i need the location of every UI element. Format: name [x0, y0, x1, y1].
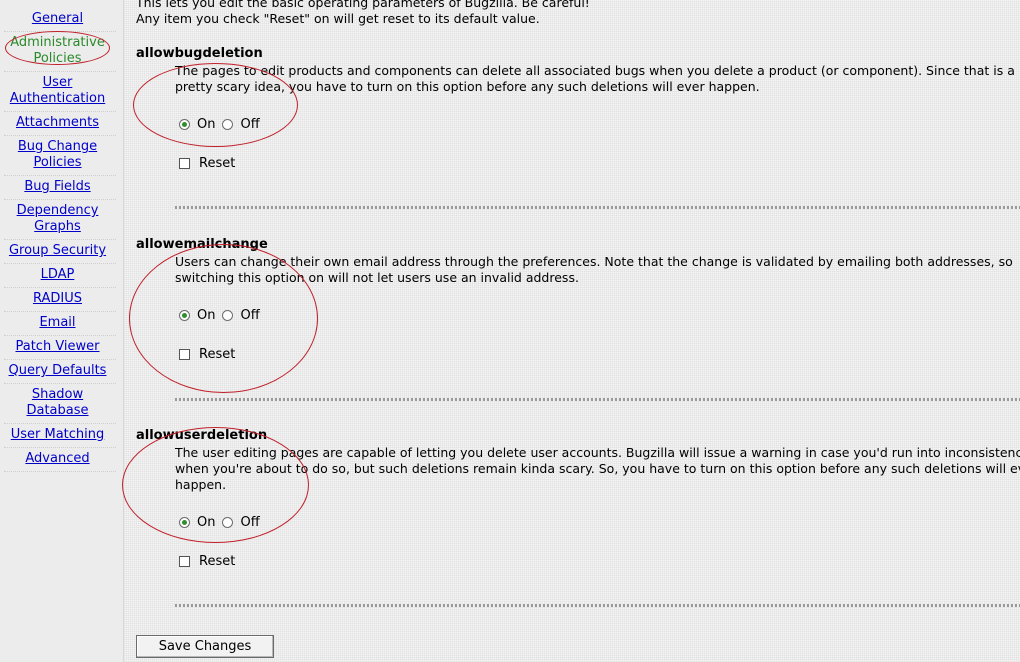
reset-checkbox[interactable] — [179, 556, 190, 567]
sidebar-item-user-authentication[interactable]: User Authentication — [0, 75, 115, 107]
save-changes-button[interactable]: Save Changes — [136, 635, 274, 658]
reset-row: Reset — [179, 347, 235, 362]
radio-off[interactable] — [222, 517, 234, 528]
sidebar-item-shadow-database[interactable]: Shadow Database — [0, 387, 115, 419]
radio-on-label: On — [197, 308, 216, 323]
sidebar-item-email[interactable]: Email — [0, 315, 115, 331]
intro-text: Any item you check "Reset" on will get r… — [136, 11, 540, 26]
divider — [4, 447, 116, 449]
param-name: allowemailchange — [136, 237, 268, 252]
sidebar-item-patch-viewer[interactable]: Patch Viewer — [0, 339, 115, 355]
divider — [4, 111, 116, 113]
divider — [175, 398, 1020, 401]
radio-on-label: On — [197, 117, 216, 132]
divider — [4, 471, 116, 473]
sidebar-item-advanced[interactable]: Advanced — [0, 451, 115, 467]
divider — [4, 359, 116, 361]
radio-off[interactable] — [222, 310, 234, 321]
divider — [175, 604, 1020, 607]
param-name: allowbugdeletion — [136, 46, 263, 61]
reset-label: Reset — [199, 554, 236, 569]
divider — [175, 206, 1020, 209]
reset-row: Reset — [179, 156, 235, 171]
radio-on[interactable] — [179, 119, 190, 130]
radio-on[interactable] — [179, 310, 190, 321]
divider — [4, 71, 116, 73]
radio-off[interactable] — [222, 119, 234, 130]
divider — [4, 335, 116, 337]
param-description: The pages to edit products and component… — [175, 63, 1015, 94]
divider — [4, 175, 116, 177]
divider — [4, 199, 116, 201]
divider — [4, 311, 116, 313]
reset-label: Reset — [199, 156, 236, 171]
sidebar-item-general[interactable]: General — [0, 11, 115, 27]
divider — [4, 135, 116, 137]
divider — [4, 263, 116, 265]
sidebar-item-bug-change-policies[interactable]: Bug Change Policies — [0, 139, 115, 171]
sidebar-item-administrative-policies[interactable]: Administrative Policies — [0, 35, 115, 67]
divider — [4, 239, 116, 241]
param-description: The user editing pages are capable of le… — [175, 445, 1020, 492]
reset-row: Reset — [179, 554, 235, 569]
radio-off-label: Off — [240, 515, 260, 530]
sidebar: General Administrative Policies User Aut… — [0, 0, 124, 662]
sidebar-item-attachments[interactable]: Attachments — [0, 115, 115, 131]
radio-group: On Off — [179, 515, 267, 530]
sidebar-item-group-security[interactable]: Group Security — [0, 243, 115, 259]
param-name: allowuserdeletion — [136, 428, 268, 443]
radio-off-label: Off — [240, 308, 260, 323]
param-description: Users can change their own email address… — [175, 254, 1013, 285]
sidebar-item-query-defaults[interactable]: Query Defaults — [0, 363, 115, 379]
reset-label: Reset — [199, 347, 236, 362]
reset-checkbox[interactable] — [179, 349, 190, 360]
divider — [4, 287, 116, 289]
divider — [4, 383, 116, 385]
divider — [4, 31, 116, 33]
sidebar-item-radius[interactable]: RADIUS — [0, 291, 115, 307]
sidebar-item-dependency-graphs[interactable]: Dependency Graphs — [0, 203, 115, 235]
sidebar-item-ldap[interactable]: LDAP — [0, 267, 115, 283]
radio-off-label: Off — [240, 117, 260, 132]
sidebar-item-user-matching[interactable]: User Matching — [0, 427, 115, 443]
intro-text: This lets you edit the basic operating p… — [136, 0, 590, 10]
radio-group: On Off — [179, 308, 267, 323]
radio-group: On Off — [179, 117, 267, 132]
radio-on[interactable] — [179, 517, 190, 528]
radio-on-label: On — [197, 515, 216, 530]
reset-checkbox[interactable] — [179, 158, 190, 169]
sidebar-item-bug-fields[interactable]: Bug Fields — [0, 179, 115, 195]
divider — [4, 423, 116, 425]
